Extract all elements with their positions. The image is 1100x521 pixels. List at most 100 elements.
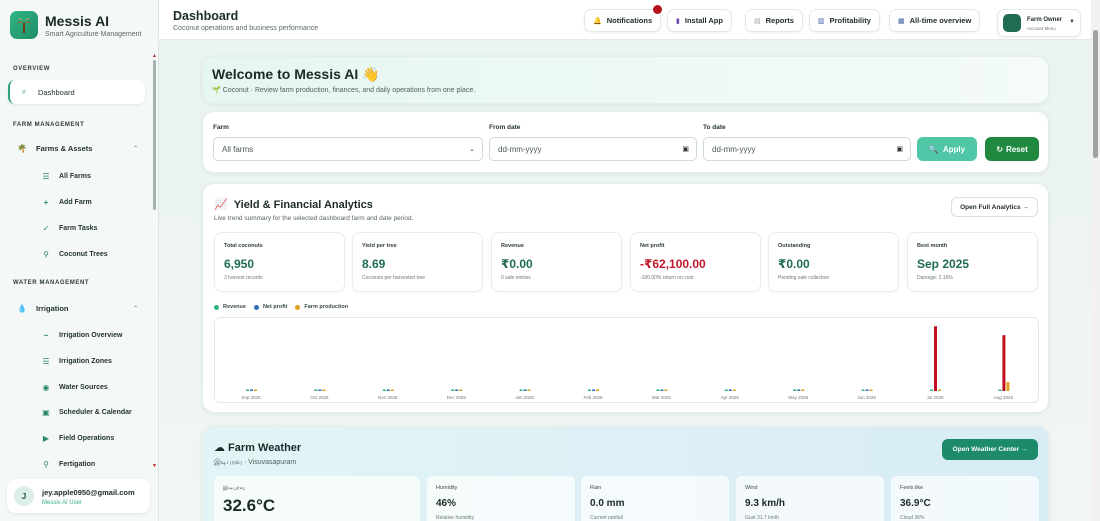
bar-farm-production[interactable] (732, 389, 736, 392)
bar-farm-production[interactable] (938, 389, 941, 392)
bar-revenue[interactable] (656, 389, 660, 392)
bar-net-profit[interactable] (318, 389, 322, 392)
button-label: Profitability (829, 16, 871, 25)
bar-revenue[interactable] (246, 389, 249, 392)
button-label: All-time overview (909, 16, 972, 25)
bar-farm-production[interactable] (801, 389, 805, 392)
profile-menu[interactable]: Farm Owner Account Menu ▼ (997, 9, 1081, 37)
sidebar-item-farm-tasks[interactable]: ✓ Farm Tasks (40, 220, 98, 236)
bar-revenue[interactable] (724, 389, 728, 392)
sidebar-item-field-operations[interactable]: ▶ Field Operations (40, 430, 114, 446)
bar-farm-production[interactable] (1006, 382, 1010, 391)
bar-revenue[interactable] (861, 389, 865, 392)
sidebar-item-label: Dashboard (38, 87, 75, 97)
bar-net-profit[interactable] (934, 326, 937, 391)
bar-net-profit[interactable] (250, 389, 253, 392)
scroll-up-icon[interactable]: ▲ (152, 53, 157, 59)
all-time-overview-button[interactable]: ▦ All-time overview (889, 9, 981, 32)
weather-current: இடிபுரவு 32.6°C (214, 476, 420, 521)
install-app-button[interactable]: ▮ Install App (667, 9, 732, 32)
x-tick-label: Nov 2025 (378, 395, 398, 400)
brand[interactable]: Messis AI Smart Agriculture Management (10, 11, 150, 43)
weather-title: ☁ Farm Weather (214, 442, 302, 454)
bar-farm-production[interactable] (664, 389, 668, 392)
bar-revenue[interactable] (382, 389, 386, 392)
bar-revenue[interactable] (588, 389, 591, 392)
kpi-card: Revenue ₹0.00 0 sale entries (491, 232, 622, 292)
profile-name: Farm Owner (1027, 17, 1063, 23)
bar-net-profit[interactable] (1002, 335, 1006, 391)
sidebar-item-dashboard[interactable]: ⌕ Dashboard (8, 80, 145, 104)
bar-revenue[interactable] (519, 389, 523, 392)
to-date-input[interactable]: dd-mm-yyyy ▣ (703, 137, 911, 161)
from-date-input[interactable]: dd-mm-yyyy ▣ (489, 137, 697, 161)
weather-location: இடிபுரவு · Visuvasapuram (214, 459, 297, 466)
sidebar-group-irrigation[interactable]: 💧 Irrigation ⌃ (16, 300, 138, 316)
calendar-icon[interactable]: ▣ (896, 145, 903, 153)
bar-net-profit[interactable] (660, 389, 664, 392)
analytics-subtitle: Live trend summary for the selected dash… (214, 215, 414, 222)
bar-revenue[interactable] (793, 389, 797, 392)
bar-farm-production[interactable] (596, 389, 599, 392)
legend-item: Net profit (253, 304, 287, 310)
scroll-down-icon[interactable]: ▼ (152, 463, 157, 469)
sidebar-item-irrigation-overview[interactable]: ~ Irrigation Overview (40, 327, 123, 343)
bar-revenue[interactable] (451, 389, 455, 392)
sidebar-item-scheduler[interactable]: ▣ Scheduler & Calendar (40, 404, 132, 420)
open-weather-center-button[interactable]: Open Weather Center → (942, 439, 1038, 460)
bar-net-profit[interactable] (797, 389, 801, 392)
weather-metric-label: Feels like (900, 485, 924, 491)
bar-farm-production[interactable] (869, 389, 873, 392)
user-role: Messis AI User (42, 500, 83, 506)
open-full-analytics-button[interactable]: Open Full Analytics → (951, 197, 1038, 217)
page-subtitle: Coconut operations and business performa… (173, 25, 319, 32)
kpi-label: Yield per tree (362, 243, 397, 249)
sidebar-item-fertigation[interactable]: ⚲ Fertigation (40, 456, 95, 470)
sidebar-item-add-farm[interactable]: + Add Farm (40, 194, 92, 210)
weather-metric-note: Cloud 36% (900, 515, 925, 521)
profitability-button[interactable]: ▥ Profitability (809, 9, 880, 32)
bar-farm-production[interactable] (254, 389, 257, 392)
check-icon: ✓ (42, 223, 50, 233)
sidebar-item-all-farms[interactable]: ☰ All Farms (40, 168, 91, 184)
weather-metric-note: Gust 31.7 km/h (745, 515, 779, 521)
sidebar-scrollbar[interactable] (153, 60, 156, 210)
reset-button[interactable]: ↻ Reset (985, 137, 1039, 161)
sidebar-nav: OVERVIEW ⌕ Dashboard FARM MANAGEMENT 🌴 F… (0, 58, 159, 470)
reports-button[interactable]: ▤ Reports (745, 9, 803, 32)
bar-net-profit[interactable] (592, 389, 595, 392)
kpi-card: Net profit -₹62,100.00 -100.00% return on … (630, 232, 761, 292)
bar-net-profit[interactable] (728, 389, 732, 392)
sidebar-item-water-sources[interactable]: ◉ Water Sources (40, 379, 108, 395)
bar-farm-production[interactable] (527, 389, 531, 392)
bar-net-profit[interactable] (865, 389, 869, 392)
bar-revenue[interactable] (930, 389, 933, 392)
legend-label: Farm production (304, 304, 349, 310)
sidebar-item-irrigation-zones[interactable]: ☰ Irrigation Zones (40, 353, 112, 369)
bar-revenue[interactable] (998, 389, 1002, 392)
chevron-up-icon: ⌃ (133, 145, 139, 152)
chevron-down-icon: ⌄ (469, 146, 475, 153)
bar-net-profit[interactable] (523, 389, 527, 392)
farm-select[interactable]: All farms ⌄ (213, 137, 483, 161)
page-scrollbar-thumb[interactable] (1093, 30, 1098, 158)
user-card[interactable]: J jey.apple0950@gmail.com Messis AI User (7, 479, 150, 513)
bar-farm-production[interactable] (390, 389, 394, 392)
welcome-banner: Welcome to Messis AI 👋 🌱 Coconut · Revie… (202, 56, 1049, 104)
analytics-title: 📈 Yield & Financial Analytics (214, 198, 373, 211)
sidebar-item-coconut-trees[interactable]: ⚲ Coconut Trees (40, 246, 108, 262)
notifications-button[interactable]: 🔔 Notifications (584, 5, 662, 32)
sidebar-item-label: Field Operations (59, 434, 115, 442)
bar-revenue[interactable] (314, 389, 318, 392)
user-email: jey.apple0950@gmail.com (42, 488, 135, 497)
sidebar-item-label: Irrigation Overview (59, 331, 123, 339)
waving-hand-icon: 👋 (362, 66, 380, 82)
bar-net-profit[interactable] (386, 389, 390, 392)
bar-farm-production[interactable] (459, 389, 463, 392)
bar-farm-production[interactable] (322, 389, 326, 392)
page-scrollbar[interactable] (1091, 0, 1100, 521)
sidebar-group-farms-assets[interactable]: 🌴 Farms & Assets ⌃ (16, 140, 138, 156)
bar-net-profit[interactable] (455, 389, 459, 392)
calendar-icon[interactable]: ▣ (682, 145, 689, 153)
apply-button[interactable]: 🔍 Apply (917, 137, 977, 161)
